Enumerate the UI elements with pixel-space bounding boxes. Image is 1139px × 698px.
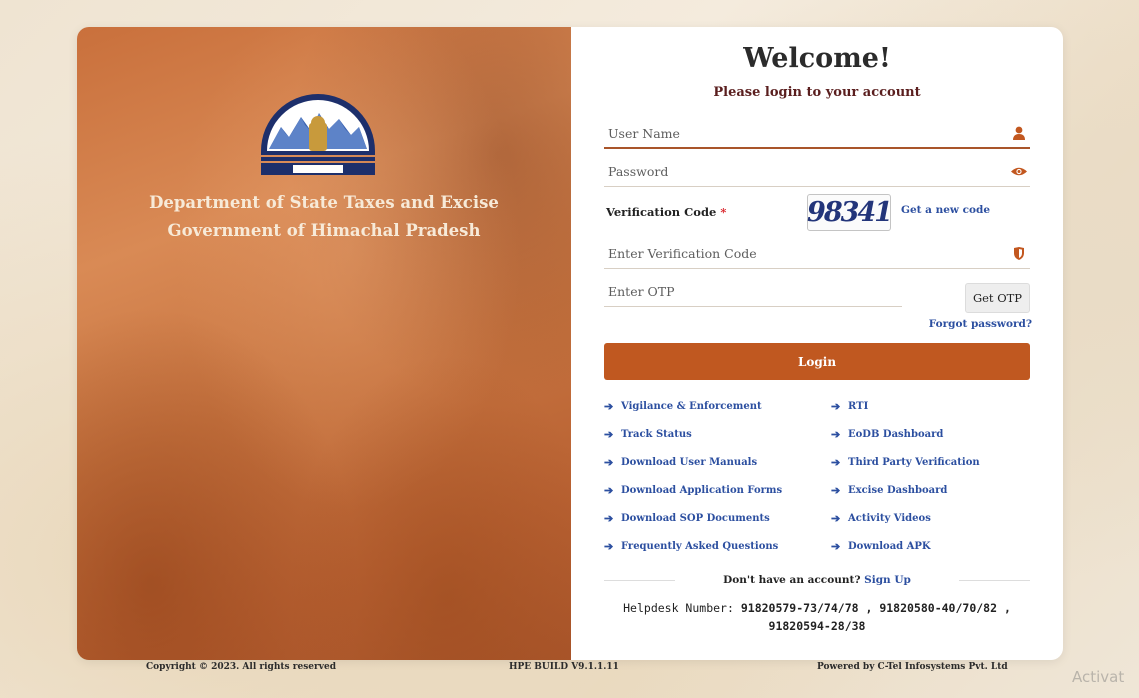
- link-rti[interactable]: ➔ RTI: [831, 399, 1030, 414]
- link-activity-videos[interactable]: ➔ Activity Videos: [831, 511, 1030, 526]
- otp-input[interactable]: [604, 284, 902, 299]
- link-label: EoDB Dashboard: [848, 429, 944, 440]
- link-third-party-verification[interactable]: ➔ Third Party Verification: [831, 455, 1030, 470]
- verification-code-field: [604, 239, 1030, 269]
- link-label: Vigilance & Enforcement: [621, 401, 762, 412]
- arrow-right-icon: ➔: [831, 428, 841, 441]
- helpdesk-label: Helpdesk Number:: [623, 601, 734, 615]
- verification-code-input[interactable]: [604, 246, 1008, 261]
- link-eodb-dashboard[interactable]: ➔ EoDB Dashboard: [831, 427, 1030, 442]
- arrow-right-icon: ➔: [604, 428, 614, 441]
- verification-label-text: Verification Code: [606, 205, 717, 219]
- login-button[interactable]: Login: [604, 343, 1030, 380]
- quick-links: ➔ Vigilance & Enforcement ➔ RTI ➔ Track Sta…: [604, 399, 1030, 554]
- sign-up-link[interactable]: Sign Up: [864, 574, 911, 586]
- captcha-image: 98341: [807, 194, 893, 231]
- get-otp-button[interactable]: Get OTP: [965, 283, 1030, 313]
- department-name: Department of State Taxes and Excise: [149, 193, 499, 212]
- link-download-apk[interactable]: ➔ Download APK: [831, 539, 1030, 554]
- signup-text: Don't have an account? Sign Up: [723, 574, 911, 586]
- arrow-right-icon: ➔: [831, 540, 841, 553]
- divider: [604, 579, 676, 581]
- page-subtitle: Please login to your account: [713, 85, 921, 100]
- arrow-right-icon: ➔: [604, 484, 614, 497]
- username-input[interactable]: [604, 125, 1008, 141]
- verification-code-label: Verification Code *: [606, 205, 726, 219]
- arrow-right-icon: ➔: [831, 456, 841, 469]
- link-label: Activity Videos: [848, 513, 931, 524]
- user-icon: [1008, 124, 1030, 142]
- required-mark: *: [720, 205, 727, 219]
- activate-windows-watermark: Activat: [1072, 668, 1125, 686]
- link-download-user-manuals[interactable]: ➔ Download User Manuals: [604, 455, 831, 470]
- password-field: [604, 157, 1030, 187]
- divider: [958, 579, 1030, 581]
- link-excise-dashboard[interactable]: ➔ Excise Dashboard: [831, 483, 1030, 498]
- link-download-application-forms[interactable]: ➔ Download Application Forms: [604, 483, 831, 498]
- arrow-right-icon: ➔: [604, 400, 614, 413]
- link-download-sop-documents[interactable]: ➔ Download SOP Documents: [604, 511, 831, 526]
- link-label: Download SOP Documents: [621, 513, 770, 524]
- login-panel: Welcome! Please login to your account Ve…: [571, 27, 1063, 660]
- arrow-right-icon: ➔: [604, 456, 614, 469]
- government-name: Government of Himachal Pradesh: [167, 221, 481, 240]
- link-label: Download User Manuals: [621, 457, 758, 468]
- footer: Copyright © 2023. All rights reserved HP…: [77, 660, 1063, 676]
- get-new-code-link[interactable]: Get a new code: [901, 204, 990, 216]
- forgot-password-link[interactable]: Forgot password?: [929, 318, 1032, 330]
- link-faq[interactable]: ➔ Frequently Asked Questions: [604, 539, 831, 554]
- arrow-right-icon: ➔: [604, 512, 614, 525]
- arrow-right-icon: ➔: [831, 484, 841, 497]
- link-label: Excise Dashboard: [848, 485, 948, 496]
- link-label: Frequently Asked Questions: [621, 541, 779, 552]
- helpdesk-numbers-cont: 91820594-28/38: [768, 619, 866, 633]
- signup-row: Don't have an account? Sign Up: [604, 571, 1030, 589]
- arrow-right-icon: ➔: [831, 512, 841, 525]
- powered-by-text: Powered by C-Tel Infosystems Pvt. Ltd: [817, 662, 1008, 672]
- page-title: Welcome!: [743, 43, 891, 74]
- password-input[interactable]: [604, 164, 1008, 179]
- link-track-status[interactable]: ➔ Track Status: [604, 427, 831, 442]
- link-label: Download Application Forms: [621, 485, 783, 496]
- username-field: [604, 119, 1030, 149]
- arrow-right-icon: ➔: [604, 540, 614, 553]
- arrow-right-icon: ➔: [831, 400, 841, 413]
- link-label: RTI: [848, 401, 869, 412]
- helpdesk-info: Helpdesk Number: 91820579-73/74/78 , 918…: [604, 599, 1030, 635]
- eye-icon[interactable]: [1008, 163, 1030, 181]
- shield-icon: [1008, 245, 1030, 263]
- copyright-text: Copyright © 2023. All rights reserved: [146, 662, 336, 672]
- himachal-emblem-logo: [261, 94, 375, 175]
- login-card: Department of State Taxes and Excise Gov…: [77, 27, 1063, 660]
- link-label: Download APK: [848, 541, 931, 552]
- signup-prompt: Don't have an account?: [723, 574, 861, 586]
- link-label: Third Party Verification: [848, 457, 980, 468]
- build-version: HPE BUILD V9.1.1.11: [509, 662, 619, 672]
- hero-panel: Department of State Taxes and Excise Gov…: [77, 27, 571, 660]
- otp-field: [604, 277, 902, 307]
- link-label: Track Status: [621, 429, 692, 440]
- link-vigilance-enforcement[interactable]: ➔ Vigilance & Enforcement: [604, 399, 831, 414]
- helpdesk-numbers: 91820579-73/74/78 , 91820580-40/70/82 ,: [740, 601, 1011, 615]
